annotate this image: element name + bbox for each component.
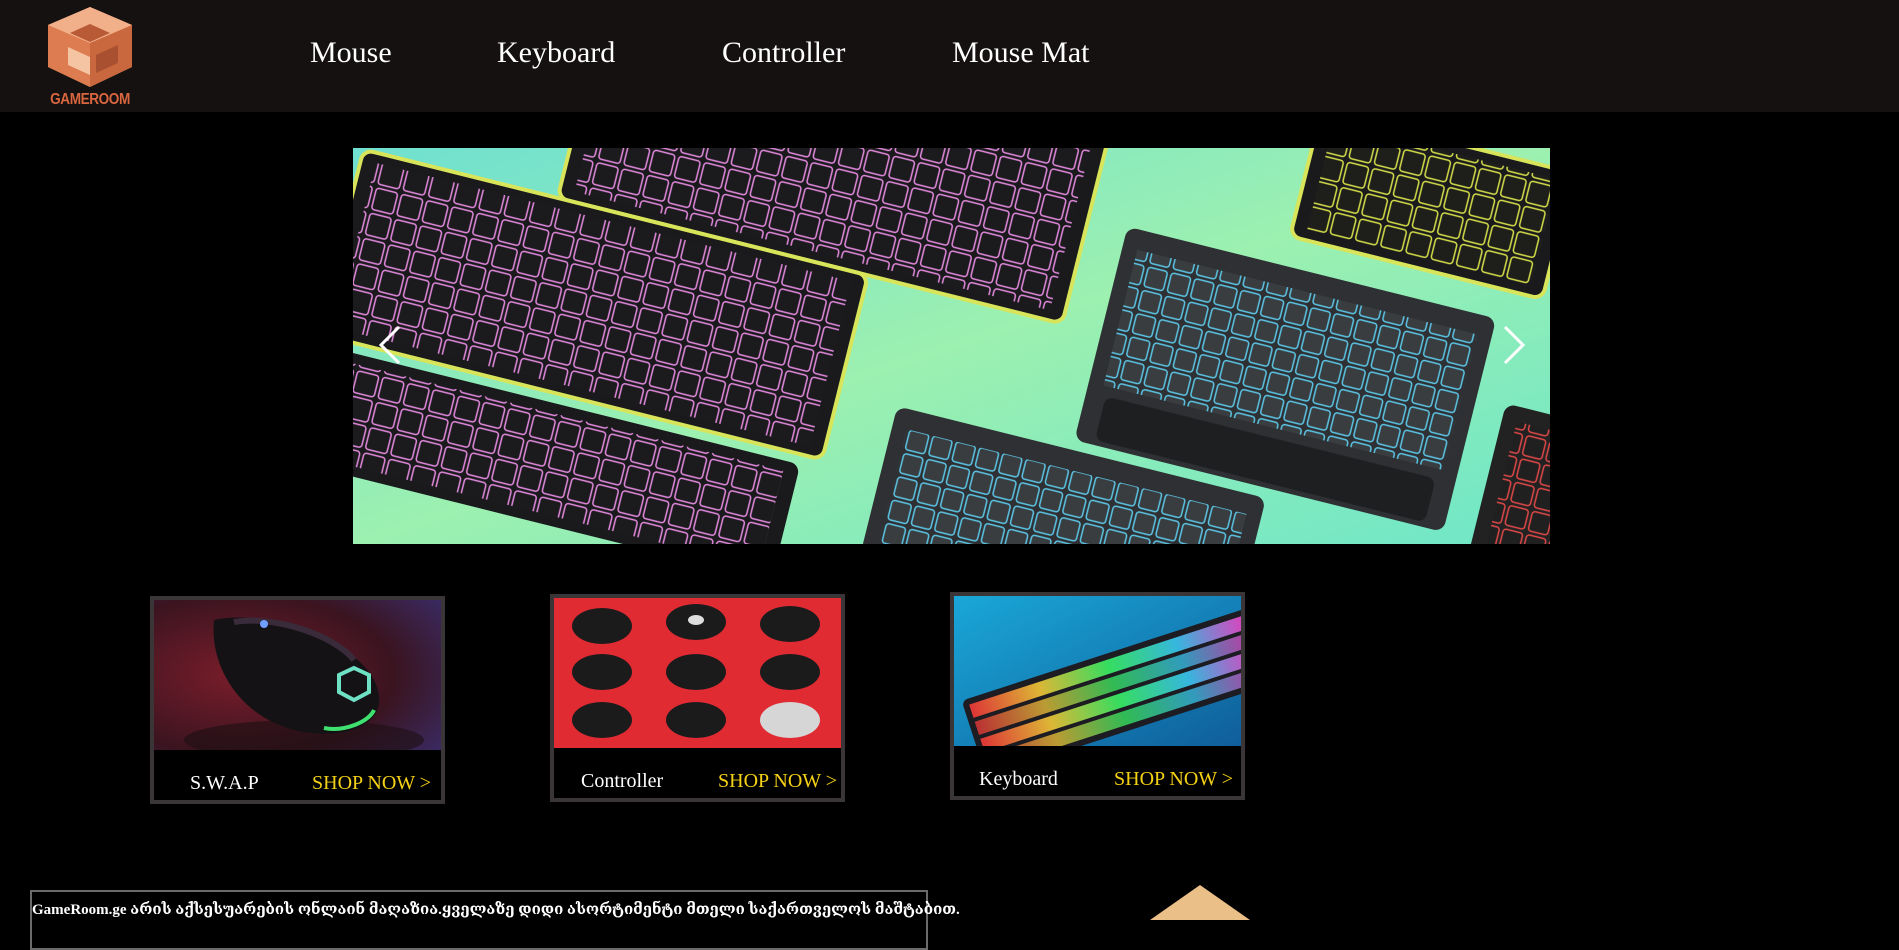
- shop-now-link[interactable]: SHOP NOW >: [312, 772, 431, 795]
- decorative-diamond-icon: [1150, 885, 1250, 920]
- nav-mouse-mat[interactable]: Mouse Mat: [952, 36, 1090, 70]
- slider-prev-button[interactable]: [371, 321, 411, 369]
- logo-text: GAMEROOM: [50, 91, 130, 108]
- keyboard-image: [954, 596, 1241, 746]
- controllers-image: [554, 598, 841, 748]
- nav-mouse[interactable]: Mouse: [310, 36, 392, 70]
- keyboards-banner-image: [353, 148, 1550, 544]
- slider-next-button[interactable]: [1493, 321, 1533, 369]
- about-section: GameRoom.ge არის აქსესუარების ონლაინ მაღ…: [30, 890, 960, 950]
- product-card-controller[interactable]: Controller SHOP NOW >: [550, 594, 845, 802]
- about-text: GameRoom.ge არის აქსესუარების ონლაინ მაღ…: [32, 902, 960, 918]
- mouse-image: [154, 600, 441, 750]
- card-title: Keyboard: [979, 768, 1058, 790]
- product-card-mouse[interactable]: S.W.A.P SHOP NOW >: [150, 596, 445, 804]
- product-card-keyboard[interactable]: Keyboard SHOP NOW >: [950, 592, 1245, 800]
- shop-now-link[interactable]: SHOP NOW >: [1114, 768, 1233, 791]
- gameroom-logo[interactable]: GAMEROOM: [40, 5, 140, 111]
- site-header: GAMEROOM Mouse Keyboard Controller Mouse…: [0, 0, 1899, 112]
- nav-controller[interactable]: Controller: [722, 36, 845, 70]
- logo-cube-icon: [48, 7, 132, 87]
- nav-keyboard[interactable]: Keyboard: [497, 36, 615, 70]
- chevron-left-icon: [378, 325, 401, 365]
- chevron-right-icon: [1503, 325, 1526, 365]
- shop-now-link[interactable]: SHOP NOW >: [718, 770, 837, 793]
- card-title: S.W.A.P: [190, 772, 259, 794]
- hero-slider: [353, 148, 1550, 544]
- card-title: Controller: [581, 770, 664, 792]
